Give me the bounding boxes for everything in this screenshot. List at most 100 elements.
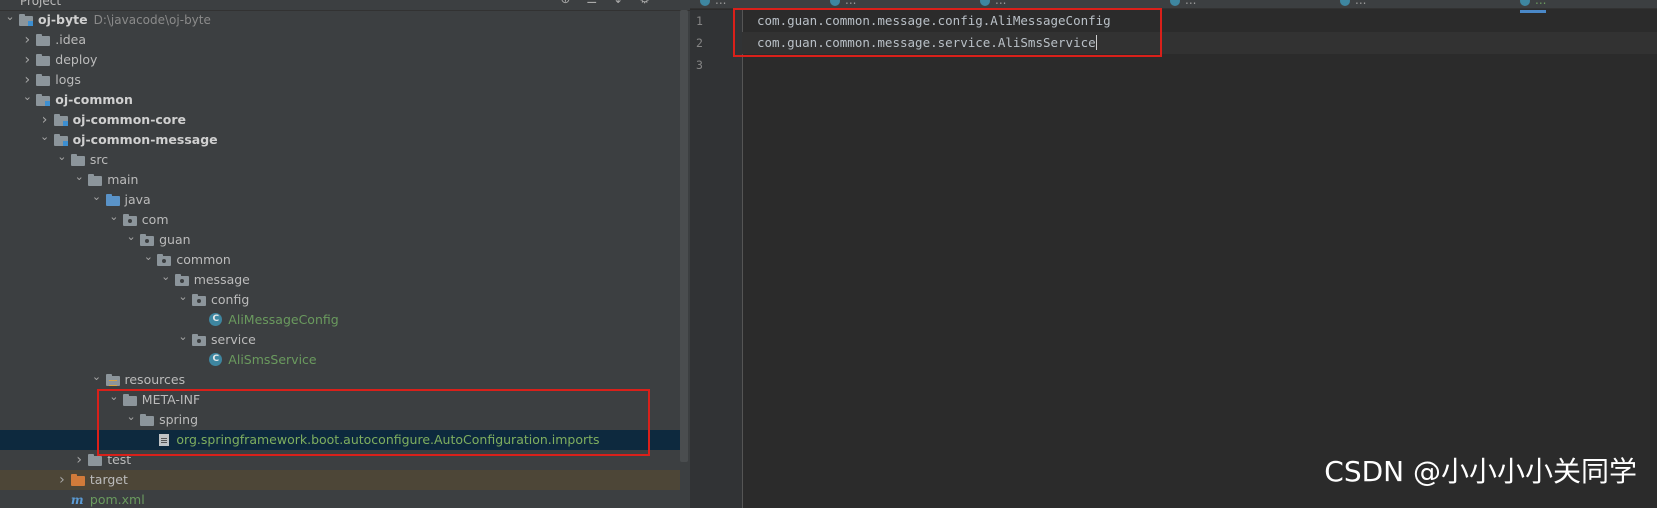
editor-tabs: .................. (690, 0, 1657, 13)
tree-row-text: guan (159, 232, 191, 247)
line-number: 1 (696, 14, 703, 28)
editor-tab-label: ... (1355, 0, 1367, 7)
tree-row-label: src (90, 150, 108, 170)
chevron-right-icon[interactable]: › (73, 450, 85, 470)
tree-row-text: .idea (55, 32, 87, 47)
tree-row-text: oj-common-core (72, 112, 187, 127)
tree-row[interactable]: › .idea (0, 30, 680, 50)
crosshair-icon[interactable]: ⊕ (560, 0, 570, 6)
folder-icon (36, 34, 51, 46)
chevron-down-icon[interactable]: ⌄ (177, 287, 189, 307)
chevron-down-icon[interactable]: ⌄ (39, 127, 51, 147)
tree-row[interactable]: ⌄ guan (0, 230, 680, 250)
chevron-down-icon[interactable]: ⌄ (73, 167, 85, 187)
folder-icon (140, 414, 155, 426)
tree-row[interactable]: › target (0, 470, 680, 490)
code-line[interactable]: com.guan.common.message.service.AliSmsSe… (742, 32, 1657, 54)
chevron-down-icon[interactable]: ⌄ (160, 267, 172, 287)
tree-row[interactable]: ⌄ oj-byte D:\javacode\oj-byte (0, 10, 680, 30)
editor-tab[interactable]: ... (1340, 0, 1366, 7)
tree-row-text: deploy (55, 52, 98, 67)
tree-row[interactable]: ⌄ oj-common (0, 90, 680, 110)
tree-row[interactable]: C AliMessageConfig (0, 310, 680, 330)
project-panel: Project ⊕ ☰ ↕ ⚙ ⌄ oj-byte D:\javacode\oj-b… (0, 0, 690, 508)
project-tree[interactable]: ⌄ oj-byte D:\javacode\oj-byte › .idea › deploy… (0, 10, 680, 508)
tree-row[interactable]: m pom.xml (0, 490, 680, 508)
code-line[interactable] (742, 54, 1657, 76)
editor-tab-active[interactable]: ... (1520, 0, 1547, 13)
package-icon (140, 234, 155, 246)
tree-row[interactable]: ⌄ src (0, 150, 680, 170)
package-icon (122, 214, 137, 226)
tree-row[interactable]: ⌄ com (0, 210, 680, 230)
tree-row-text: AliMessageConfig (228, 312, 339, 327)
tree-row-label: spring (159, 410, 198, 430)
tree-row[interactable]: › oj-common-core (0, 110, 680, 130)
chevron-down-icon[interactable]: ⌄ (142, 247, 154, 267)
code-line[interactable]: com.guan.common.message.config.AliMessag… (742, 10, 1657, 32)
tree-row-text: pom.xml (89, 492, 145, 507)
editor-tab[interactable]: ... (700, 0, 726, 7)
tree-row-text: target (89, 472, 128, 487)
editor-tab[interactable]: ... (980, 0, 1006, 7)
project-path: D:\javacode\oj-byte (93, 13, 211, 27)
chevron-down-icon[interactable]: ⌄ (108, 387, 120, 407)
tree-scrollbar[interactable] (680, 10, 688, 462)
tree-row[interactable]: › deploy (0, 50, 680, 70)
tree-row-label: target (90, 470, 128, 490)
java-class-icon: C (209, 313, 223, 326)
tree-row[interactable]: ⌄ META-INF (0, 390, 680, 410)
editor-tab-label: ... (1185, 0, 1197, 7)
chevron-down-icon[interactable]: ⌄ (21, 87, 33, 107)
tree-row-text: service (211, 332, 256, 347)
tree-row-label: META-INF (142, 390, 200, 410)
tree-row-label: .idea (55, 30, 86, 50)
tree-row-label: test (107, 450, 131, 470)
code-text: com.guan.common.message.config.AliMessag… (757, 13, 1111, 28)
gear-icon[interactable]: ⚙ (639, 0, 650, 6)
tree-row[interactable]: org.springframework.boot.autoconfigure.A… (0, 430, 680, 450)
file-type-icon (1520, 0, 1530, 6)
chevron-down-icon[interactable]: ⌄ (125, 227, 137, 247)
tree-row-label: java (125, 190, 151, 210)
chevron-down-icon[interactable]: ⌄ (108, 207, 120, 227)
chevron-down-icon[interactable]: ⌄ (125, 407, 137, 427)
tree-row-text: com (141, 212, 169, 227)
tree-row[interactable]: ⌄ config (0, 290, 680, 310)
tree-row-label: org.springframework.boot.autoconfigure.A… (176, 430, 599, 450)
file-type-icon (1340, 0, 1350, 6)
chevron-down-icon[interactable]: ⌄ (91, 367, 103, 387)
tree-row-text: spring (159, 412, 199, 427)
tree-row-label: main (107, 170, 138, 190)
chevron-right-icon[interactable]: › (21, 30, 33, 50)
editor-tab[interactable]: ... (830, 0, 856, 7)
sort-icon[interactable]: ↕ (613, 0, 623, 6)
tree-row-label: com (142, 210, 169, 230)
folder-icon (88, 174, 103, 186)
folder-icon (36, 74, 51, 86)
tree-row[interactable]: ⌄ common (0, 250, 680, 270)
tree-row-text: message (193, 272, 250, 287)
tree-row[interactable]: ⌄ java (0, 190, 680, 210)
chevron-down-icon[interactable]: ⌄ (91, 187, 103, 207)
tree-row[interactable]: ⌄ spring (0, 410, 680, 430)
tree-row-label: pom.xml (90, 490, 145, 508)
tree-row-label: logs (55, 70, 81, 90)
code-line-text: com.guan.common.message.config.AliMessag… (757, 10, 1111, 32)
chevron-down-icon[interactable]: ⌄ (4, 7, 16, 27)
tree-row-text: AliSmsService (228, 352, 317, 367)
chevron-down-icon[interactable]: ⌄ (56, 147, 68, 167)
tree-row[interactable]: › logs (0, 70, 680, 90)
tree-row[interactable]: › test (0, 450, 680, 470)
tree-row-label: common (176, 250, 230, 270)
chevron-down-icon[interactable]: ⌄ (177, 327, 189, 347)
editor-tab[interactable]: ... (1170, 0, 1196, 7)
tree-row[interactable]: ⌄ resources (0, 370, 680, 390)
chevron-right-icon[interactable]: › (56, 470, 68, 490)
collapse-all-icon[interactable]: ☰ (586, 0, 597, 6)
tree-row[interactable]: ⌄ service (0, 330, 680, 350)
tree-row[interactable]: ⌄ oj-common-message (0, 130, 680, 150)
chevron-right-icon[interactable]: › (21, 50, 33, 70)
tree-row[interactable]: ⌄ message (0, 270, 680, 290)
file-type-icon (700, 0, 710, 6)
